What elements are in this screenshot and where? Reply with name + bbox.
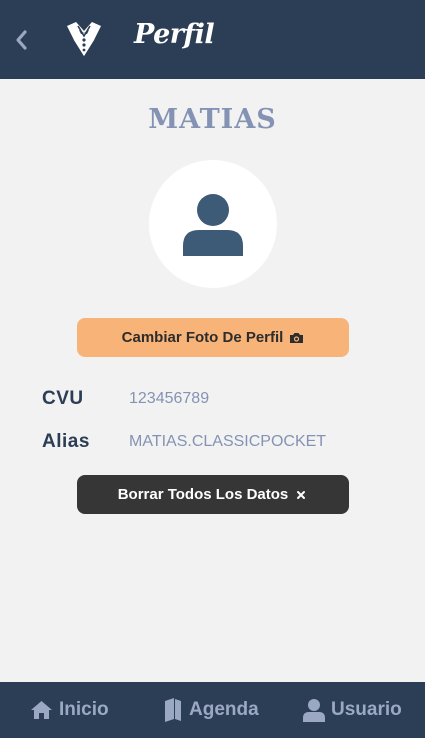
bottom-nav: Inicio Agenda Usuario [0,682,425,738]
nav-item-usuario[interactable]: Usuario [303,682,402,738]
nav-label-agenda: Agenda [189,699,259,720]
chevron-left-icon [16,30,27,50]
nav-label-usuario: Usuario [331,699,402,720]
user-name: MATIAS [148,104,277,135]
delete-data-label: Borrar Todos Los Datos [117,486,289,503]
nav-item-agenda[interactable]: Agenda [163,682,259,738]
cvu-value: 123456789 [129,390,210,407]
app-header: Perfil [0,0,425,79]
nav-label-inicio: Inicio [59,699,109,720]
cvu-label: CVU [42,388,84,409]
back-button[interactable] [10,25,32,55]
camera-icon [290,332,304,343]
change-photo-button[interactable]: Cambiar Foto De Perfil [77,318,349,357]
page-title: Perfil [134,19,215,50]
home-icon [31,701,52,719]
book-icon [165,698,181,722]
change-photo-label: Cambiar Foto De Perfil [121,329,284,346]
alias-label: Alias [42,431,90,452]
avatar [149,160,277,288]
user-icon [183,194,243,256]
nav-item-inicio[interactable]: Inicio [30,682,109,738]
alias-value: MATIAS.CLASSICPOCKET [129,433,327,450]
delete-data-button[interactable]: Borrar Todos Los Datos [77,475,349,514]
tuxedo-icon [67,22,101,56]
user-icon [303,699,325,722]
close-icon [297,490,306,499]
